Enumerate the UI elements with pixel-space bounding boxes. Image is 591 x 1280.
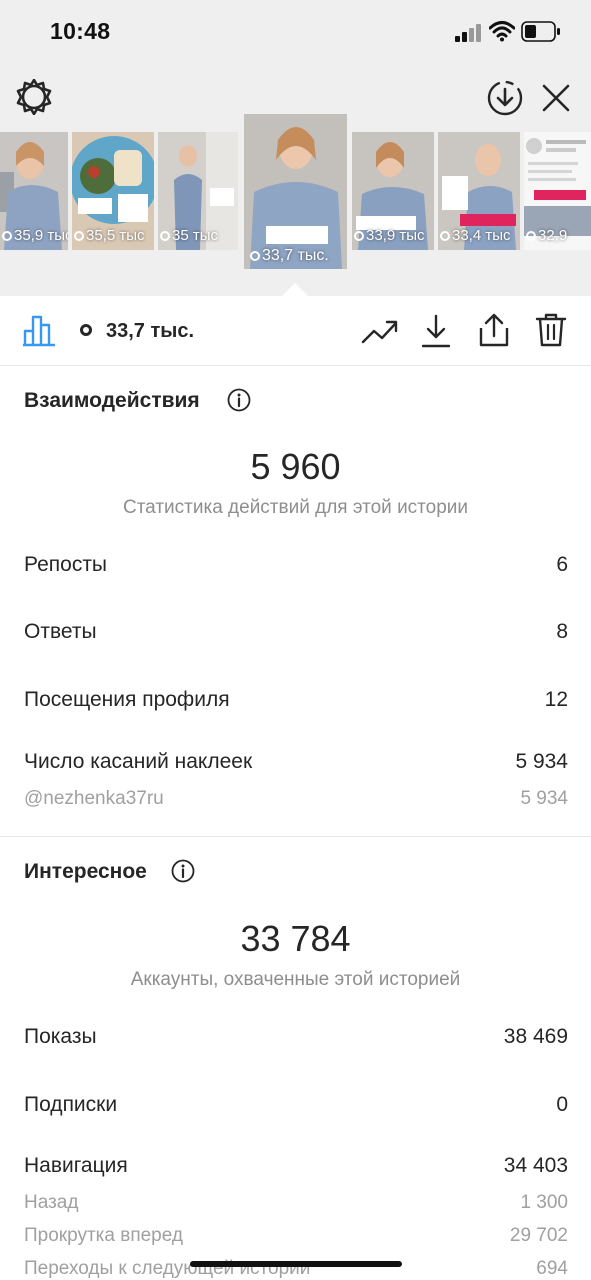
stat-label: Прокрутка вперед [24,1225,183,1246]
share-icon[interactable] [478,312,510,348]
settings-gear-icon[interactable] [16,79,52,115]
close-icon[interactable] [540,82,572,114]
stat-row-navigation: Навигация 34 403 [24,1154,568,1182]
eye-icon [2,231,12,241]
cellular-signal-icon [455,24,483,42]
story-views: 35,5 тыс [74,227,145,244]
stat-label: Посещения профиля [24,688,230,711]
discovery-info-icon[interactable] [171,859,195,883]
story-thumbnail[interactable]: 33,9 тыс [352,132,434,250]
story-thumbnail-active[interactable]: 33,7 тыс. [244,114,347,269]
status-bar: 10:48 [0,0,591,64]
save-download-icon[interactable] [486,79,524,117]
eye-icon [440,231,450,241]
interactions-total: 5 960 [250,446,341,487]
stat-value: 5 934 [520,788,568,809]
stat-row-reposts: Репосты 6 [24,553,568,581]
stat-label: Навигация [24,1154,128,1177]
section-divider [0,836,591,837]
stat-subrow-mention: @nezhenka37ru 5 934 [24,788,568,816]
stat-label: Показы [24,1025,97,1048]
wifi-icon [489,21,515,42]
story-views: 35,9 тыс [2,227,68,244]
interactions-subtitle: Статистика действий для этой истории [122,497,469,518]
story-views: 32,9 [526,227,567,244]
stat-row-follows: Подписки 0 [24,1093,568,1121]
story-thumbnail-image [244,114,347,269]
interactions-title: Взаимодействия [24,389,200,412]
insights-bar-chart-icon[interactable] [22,313,58,347]
stat-value: 0 [556,1093,568,1116]
stat-value: 34 403 [503,1154,568,1177]
story-thumbnail[interactable]: 35,5 тыс [72,132,154,250]
eye-icon [160,231,170,241]
stat-label: Репосты [24,553,108,576]
story-views: 33,9 тыс [354,227,425,244]
story-thumbnail[interactable]: 32,9 [524,132,591,250]
status-time: 10:48 [50,18,111,44]
stat-value: 1 300 [520,1192,568,1213]
stat-subrow-forward: Прокрутка вперед 29 702 [24,1225,568,1253]
interactions-info-icon[interactable] [227,388,251,412]
stat-label: Назад [24,1192,79,1213]
story-header: 10:48 35,9 тыс 35,5 тыс 35 тыс 33,7 тыс.… [0,0,591,297]
discovery-subtitle: Аккаунты, охваченные этой историей [130,969,461,990]
stat-row-profile-visits: Посещения профиля 12 [24,688,568,716]
story-thumbnail[interactable]: 35 тыс [158,132,238,250]
story-toolbar: 33,7 тыс. [0,296,591,366]
discovery-total: 33 784 [240,918,351,959]
battery-icon [521,21,560,42]
stat-label: Подписки [24,1093,118,1116]
stat-value: 29 702 [509,1225,568,1246]
stat-value: 12 [544,688,568,711]
stat-subrow-back: Назад 1 300 [24,1192,568,1220]
stat-value: 5 934 [515,750,568,773]
stat-row-replies: Ответы 8 [24,620,568,648]
home-indicator[interactable] [190,1261,402,1267]
eye-icon [250,251,260,261]
eye-icon [354,231,364,241]
story-views: 33,4 тыс [440,227,511,244]
stat-value: 8 [556,620,568,643]
story-thumbnail[interactable]: 35,9 тыс [0,132,68,250]
stat-value: 694 [536,1258,568,1279]
eye-icon [80,324,92,336]
story-thumbnail[interactable]: 33,4 тыс [438,132,520,250]
stat-value: 6 [556,553,568,576]
stat-row-impressions: Показы 38 469 [24,1025,568,1053]
story-views-count: 33,7 тыс. [80,320,194,343]
stat-row-sticker-taps: Число касаний наклеек 5 934 [24,750,568,778]
download-icon[interactable] [421,314,451,348]
stat-label: Ответы [24,620,97,643]
discovery-title: Интересное [24,860,147,883]
stat-label: Число касаний наклеек [24,750,253,773]
story-views: 33,7 тыс. [250,247,329,265]
promote-trend-icon[interactable] [361,318,399,346]
eye-icon [526,231,536,241]
eye-icon [74,231,84,241]
story-views: 35 тыс [160,227,218,244]
stat-label: @nezhenka37ru [24,788,164,809]
stat-value: 38 469 [503,1025,568,1048]
delete-trash-icon[interactable] [535,312,567,348]
story-thumbnails-strip: 35,9 тыс 35,5 тыс 35 тыс 33,7 тыс. 33,9 … [0,114,591,274]
